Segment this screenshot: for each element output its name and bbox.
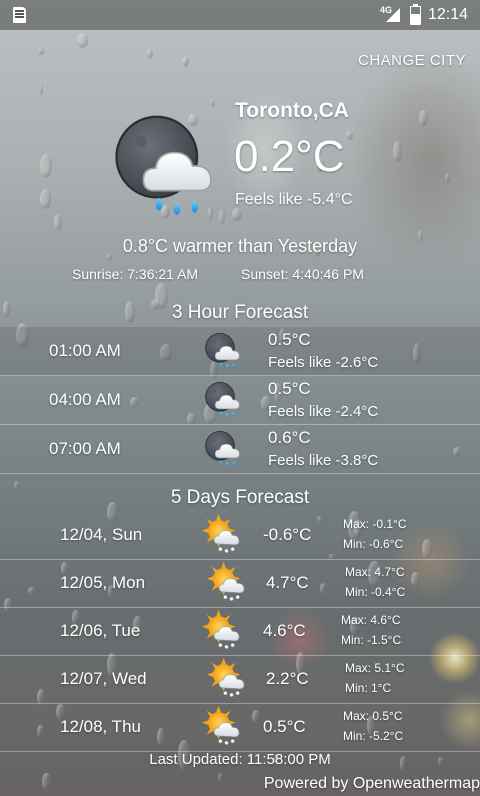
hourly-feels-like: Feels like -3.8°C — [268, 452, 379, 469]
daily-date: 12/04, Sun — [60, 525, 143, 544]
daily-temperature: 2.2°C — [266, 669, 309, 688]
status-bar: 4G 12:14 — [0, 0, 480, 30]
hourly-temperature: 0.5°C — [268, 379, 311, 398]
daily-min: Min: -1.5°C — [341, 633, 402, 647]
sun-cloud-snow-icon — [200, 513, 246, 557]
feels-like: Feels like -5.4°C — [235, 191, 353, 208]
sunrise-time: Sunrise: 7:36:21 AM — [72, 266, 199, 282]
powered-by-link[interactable]: Powered by Openweathermap — [264, 775, 480, 793]
daily-min: Min: -0.4°C — [345, 585, 406, 599]
night-cloud-rain-icon — [112, 110, 224, 222]
daily-max: Max: 0.5°C — [343, 709, 403, 723]
last-updated: Last Updated: 11:58:00 PM — [149, 751, 331, 768]
daily-temperature: 4.7°C — [266, 573, 309, 592]
sun-cloud-snow-icon — [200, 609, 246, 653]
daily-max: Max: 5.1°C — [345, 661, 405, 675]
daily-min: Min: 1°C — [345, 681, 392, 695]
hourly-temperature: 0.6°C — [268, 428, 311, 447]
hourly-time: 07:00 AM — [49, 439, 121, 458]
sun-cloud-snow-icon — [200, 705, 246, 749]
sun-cloud-snow-icon — [205, 657, 251, 701]
sun-cloud-snow-icon — [205, 561, 251, 605]
hourly-time: 01:00 AM — [49, 341, 121, 360]
hourly-forecast-title: 3 Hour Forecast — [171, 302, 309, 323]
change-city-button[interactable]: CHANGE CITY — [358, 52, 466, 69]
daily-row[interactable]: 12/08, Thu 0.5°C Max: 0.5°C Min: -5.2°C — [0, 703, 480, 752]
hourly-row[interactable]: 01:00 AM 0.5°C Feels like -2.6°C — [0, 327, 480, 376]
daily-forecast-title: 5 Days Forecast — [170, 487, 310, 508]
hourly-row[interactable]: 04:00 AM 0.5°C Feels like -2.4°C — [0, 376, 480, 425]
daily-temperature: -0.6°C — [263, 525, 312, 544]
daily-temperature: 0.5°C — [263, 717, 306, 736]
daily-row[interactable]: 12/05, Mon 4.7°C Max: 4.7°C Min: -0.4°C — [0, 559, 480, 608]
current-temperature: 0.2°C — [234, 132, 345, 181]
night-cloud-rain-icon — [204, 429, 244, 469]
city-name: Toronto,CA — [235, 99, 349, 122]
daily-date: 12/07, Wed — [60, 669, 147, 688]
hourly-time: 04:00 AM — [49, 390, 121, 409]
hourly-feels-like: Feels like -2.4°C — [268, 403, 379, 420]
daily-max: Max: 4.7°C — [345, 565, 405, 579]
daily-min: Min: -5.2°C — [343, 729, 404, 743]
hourly-temperature: 0.5°C — [268, 330, 311, 349]
battery-icon — [410, 4, 421, 25]
daily-date: 12/05, Mon — [60, 573, 146, 592]
hourly-feels-like: Feels like -2.6°C — [268, 354, 379, 371]
temperature-comparison: 0.8°C warmer than Yesterday — [122, 236, 358, 256]
daily-temperature: 4.6°C — [263, 621, 306, 640]
sunset-time: Sunset: 4:40:46 PM — [241, 266, 364, 282]
daily-row[interactable]: 12/06, Tue 4.6°C Max: 4.6°C Min: -1.5°C — [0, 607, 480, 656]
daily-max: Max: -0.1°C — [343, 517, 407, 531]
signal-icon — [386, 8, 400, 22]
hourly-row[interactable]: 07:00 AM 0.6°C Feels like -3.8°C — [0, 425, 480, 474]
daily-row[interactable]: 12/07, Wed 2.2°C Max: 5.1°C Min: 1°C — [0, 655, 480, 704]
daily-row[interactable]: 12/04, Sun -0.6°C Max: -0.1°C Min: -0.6°… — [0, 511, 480, 560]
daily-min: Min: -0.6°C — [343, 537, 404, 551]
night-cloud-rain-icon — [204, 380, 244, 420]
daily-date: 12/06, Tue — [60, 621, 141, 640]
daily-max: Max: 4.6°C — [341, 613, 401, 627]
status-time: 12:14 — [428, 6, 469, 23]
night-cloud-rain-icon — [204, 331, 244, 371]
sim-card-icon — [13, 7, 26, 23]
daily-date: 12/08, Thu — [60, 717, 141, 736]
